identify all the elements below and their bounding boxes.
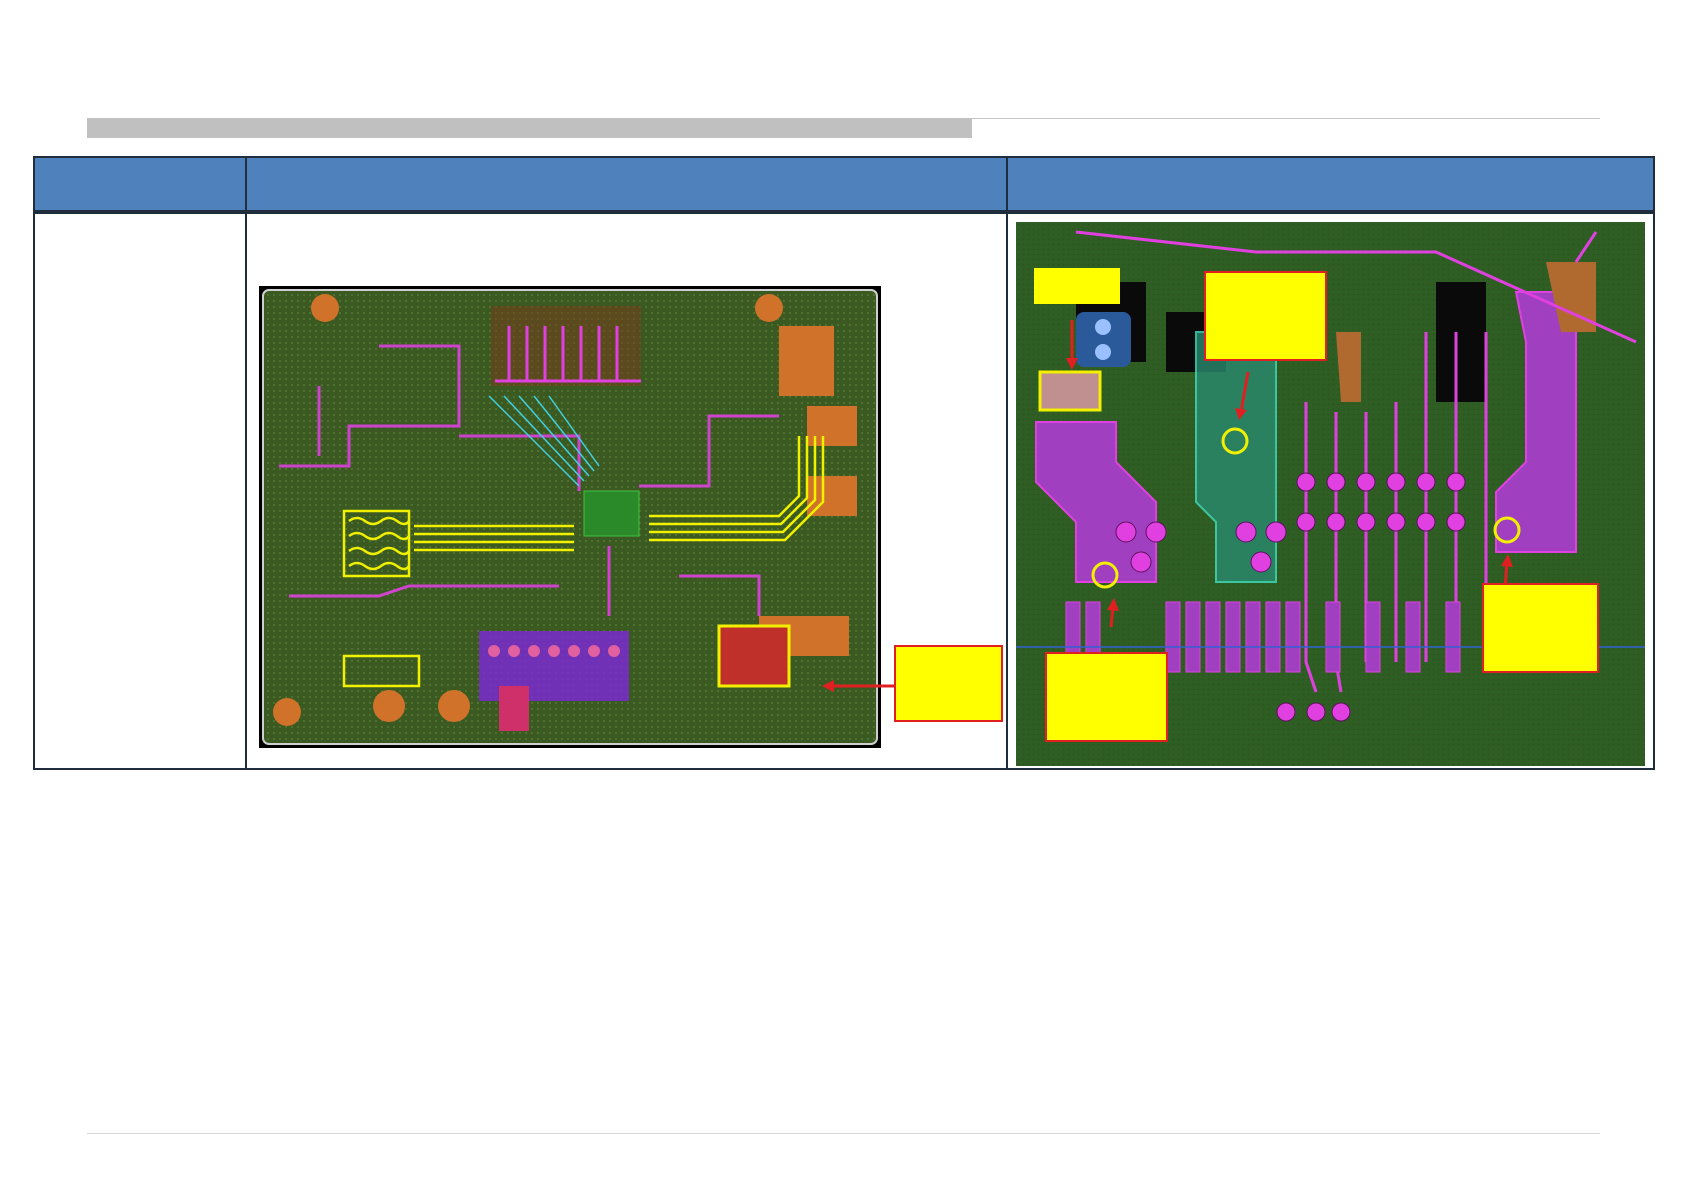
table-header-1 <box>33 156 247 212</box>
overview-arrow <box>822 680 898 692</box>
overview-callout <box>894 645 1003 722</box>
zoom-callout-bottom-left <box>1045 652 1168 742</box>
zoom-callout-right <box>1482 583 1599 673</box>
page-title-bar <box>87 118 972 138</box>
table-header-2 <box>245 156 1008 212</box>
pcb-overview-graphic <box>262 289 878 745</box>
table-cell-1 <box>33 212 247 770</box>
table-header-3 <box>1006 156 1655 212</box>
zoom-callout-top-middle <box>1204 271 1327 361</box>
zoom-callout-top-left <box>1034 268 1120 304</box>
pcb-overview-image <box>259 286 881 748</box>
footer-rule <box>87 1133 1600 1134</box>
